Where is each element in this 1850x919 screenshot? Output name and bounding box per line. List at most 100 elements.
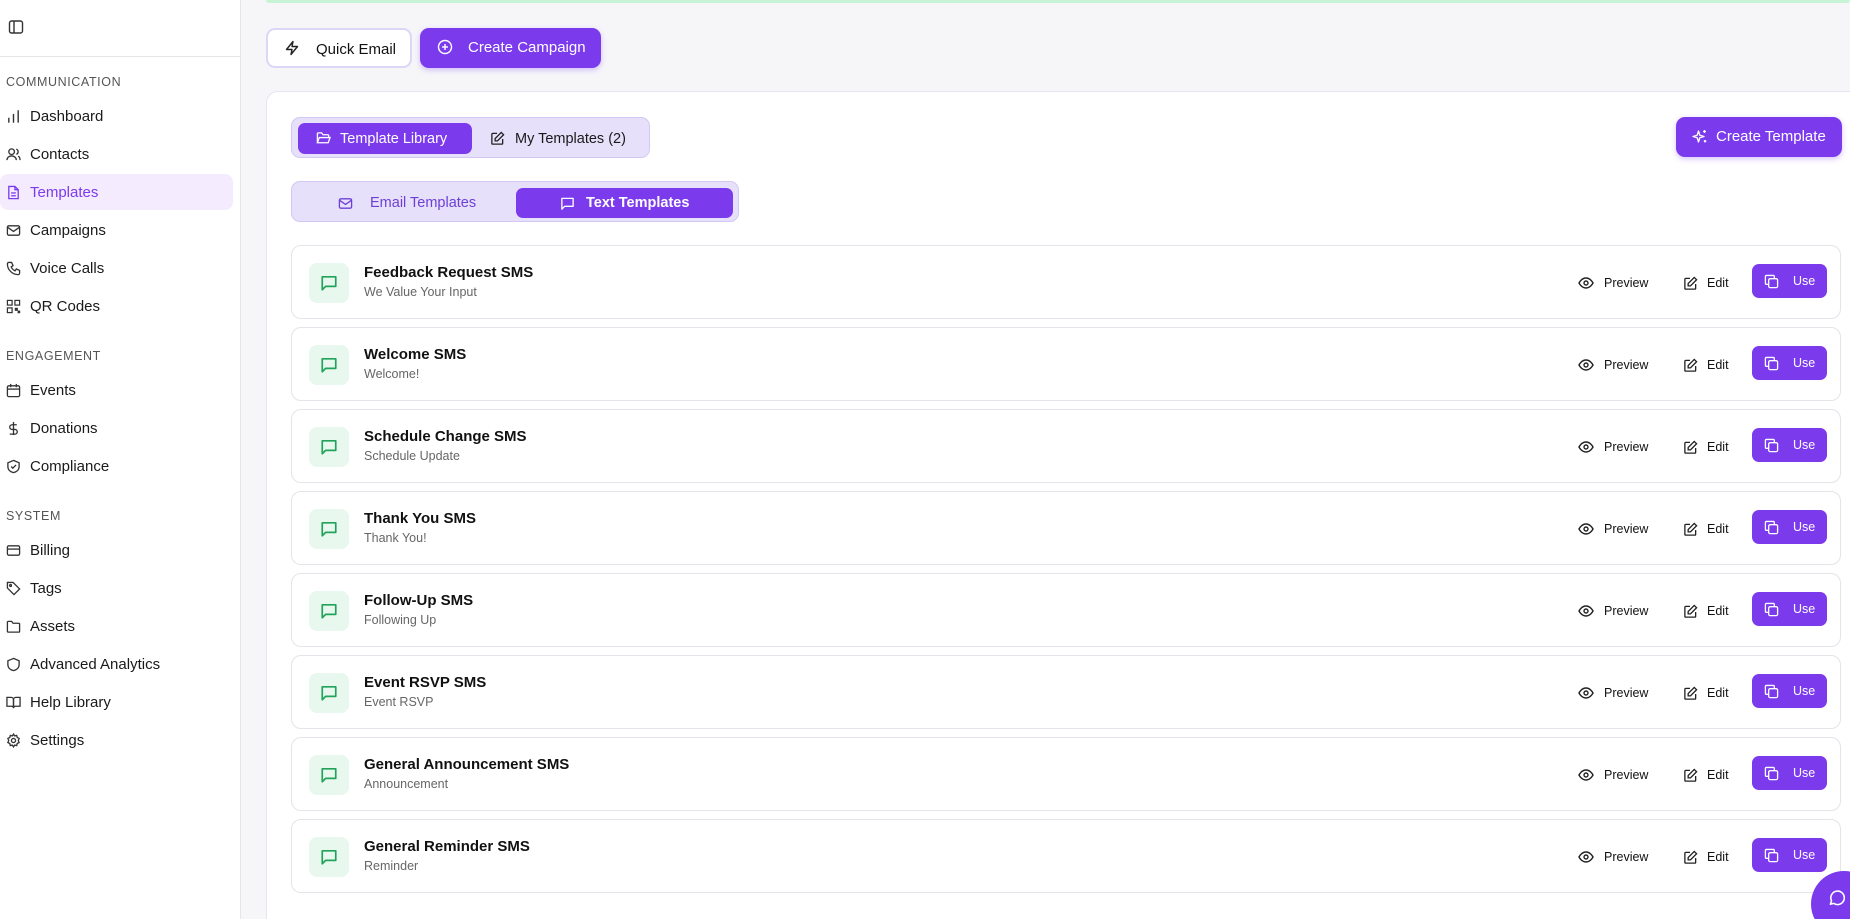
library-tab-group: Template Library My Templates (2): [291, 117, 650, 158]
sidebar-item-billing[interactable]: Billing: [0, 532, 233, 568]
sidebar-item-contacts[interactable]: Contacts: [0, 136, 233, 172]
copy-icon: [1764, 274, 1779, 289]
edit-icon: [1684, 768, 1698, 782]
template-row: Feedback Request SMS We Value Your Input…: [291, 245, 1841, 319]
edit-label: Edit: [1707, 522, 1729, 536]
eye-icon: [1578, 359, 1594, 371]
template-title: Schedule Change SMS: [364, 428, 527, 445]
sidebar-item-qr-codes[interactable]: QR Codes: [0, 288, 233, 324]
preview-label: Preview: [1604, 440, 1649, 454]
use-label: Use: [1793, 520, 1816, 534]
use-button[interactable]: Use: [1752, 264, 1827, 298]
sidebar-item-dashboard[interactable]: Dashboard: [0, 98, 233, 134]
preview-label: Preview: [1604, 604, 1649, 618]
template-title: Welcome SMS: [364, 346, 467, 363]
sidebar-item-voice-calls[interactable]: Voice Calls: [0, 250, 233, 286]
sidebar: COMMUNICATION Dashboard Contacts Templat…: [0, 0, 241, 919]
sidebar-item-label: Compliance: [30, 458, 110, 475]
edit-label: Edit: [1707, 604, 1729, 618]
tab-my-templates[interactable]: My Templates (2): [482, 123, 642, 154]
message-square-icon: [321, 439, 337, 455]
preview-button[interactable]: Preview: [1578, 679, 1658, 707]
preview-button[interactable]: Preview: [1578, 269, 1658, 297]
eye-icon: [1578, 769, 1594, 781]
preview-button[interactable]: Preview: [1578, 351, 1658, 379]
template-title: Follow-Up SMS: [364, 592, 474, 609]
sms-badge: [309, 591, 349, 631]
edit-icon: [1684, 686, 1698, 700]
dollar-icon: [9, 421, 18, 436]
edit-button[interactable]: Edit: [1683, 269, 1735, 297]
preview-button[interactable]: Preview: [1578, 597, 1658, 625]
edit-button[interactable]: Edit: [1683, 351, 1735, 379]
use-button[interactable]: Use: [1752, 510, 1827, 544]
tag-icon: [6, 581, 21, 596]
sidebar-item-compliance[interactable]: Compliance: [0, 448, 233, 484]
tab-email-templates[interactable]: Email Templates: [298, 188, 516, 218]
preview-button[interactable]: Preview: [1578, 433, 1658, 461]
tab-template-library[interactable]: Template Library: [298, 123, 472, 154]
create-template-button[interactable]: Create Template: [1676, 117, 1842, 157]
message-square-icon: [321, 849, 337, 865]
sms-badge: [309, 263, 349, 303]
edit-button[interactable]: Edit: [1683, 515, 1735, 543]
copy-icon: [1764, 684, 1779, 699]
edit-button[interactable]: Edit: [1683, 679, 1735, 707]
qr-code-icon: [6, 299, 21, 314]
create-campaign-label: Create Campaign: [468, 39, 586, 56]
use-button[interactable]: Use: [1752, 838, 1827, 872]
preview-button[interactable]: Preview: [1578, 843, 1658, 871]
use-button[interactable]: Use: [1752, 428, 1827, 462]
sidebar-item-campaigns[interactable]: Campaigns: [0, 212, 233, 248]
create-campaign-button[interactable]: Create Campaign: [420, 28, 601, 68]
copy-icon: [1764, 438, 1779, 453]
gear-icon: [7, 733, 20, 748]
sidebar-item-label: QR Codes: [30, 298, 101, 315]
message-square-icon: [321, 357, 337, 373]
edit-button[interactable]: Edit: [1683, 843, 1735, 871]
edit-label: Edit: [1707, 768, 1729, 782]
template-row: General Announcement SMS Announcement Pr…: [291, 737, 1841, 811]
quick-email-button[interactable]: Quick Email: [266, 28, 412, 68]
sidebar-item-advanced-analytics[interactable]: Advanced Analytics: [0, 646, 233, 682]
use-button[interactable]: Use: [1752, 592, 1827, 626]
mail-icon: [6, 225, 21, 236]
shield-icon: [7, 657, 20, 672]
folder-open-icon: [316, 132, 331, 144]
users-icon: [6, 148, 21, 161]
preview-button[interactable]: Preview: [1578, 761, 1658, 789]
quick-email-label: Quick Email: [316, 41, 397, 58]
sidebar-item-label: Donations: [30, 420, 98, 437]
template-title: General Announcement SMS: [364, 756, 570, 773]
sidebar-item-settings[interactable]: Settings: [0, 722, 233, 758]
message-square-icon: [321, 275, 337, 291]
template-row: Event RSVP SMS Event RSVP Preview Edit U…: [291, 655, 1841, 729]
sidebar-item-help-library[interactable]: Help Library: [0, 684, 233, 720]
preview-label: Preview: [1604, 522, 1649, 536]
edit-button[interactable]: Edit: [1683, 597, 1735, 625]
sms-badge: [309, 673, 349, 713]
use-button[interactable]: Use: [1752, 674, 1827, 708]
sidebar-item-tags[interactable]: Tags: [0, 570, 233, 606]
preview-button[interactable]: Preview: [1578, 515, 1658, 543]
use-button[interactable]: Use: [1752, 346, 1827, 380]
sidebar-toggle-icon[interactable]: [8, 19, 24, 35]
mail-icon: [338, 198, 353, 209]
sidebar-item-donations[interactable]: Donations: [0, 410, 233, 446]
message-square-icon: [321, 521, 337, 537]
sidebar-item-assets[interactable]: Assets: [0, 608, 233, 644]
edit-button[interactable]: Edit: [1683, 761, 1735, 789]
tab-text-templates[interactable]: Text Templates: [516, 188, 733, 218]
use-label: Use: [1793, 602, 1816, 616]
template-subtitle: Reminder: [364, 859, 419, 873]
chat-bubble-icon: [1829, 890, 1845, 906]
template-title: General Reminder SMS: [364, 838, 530, 855]
sidebar-item-label: Voice Calls: [30, 260, 105, 277]
sidebar-item-templates[interactable]: Templates: [0, 174, 233, 210]
use-button[interactable]: Use: [1752, 756, 1827, 790]
edit-button[interactable]: Edit: [1683, 433, 1735, 461]
preview-label: Preview: [1604, 686, 1649, 700]
section-title-engagement: ENGAGEMENT: [6, 349, 101, 363]
sidebar-item-events[interactable]: Events: [0, 372, 233, 408]
sidebar-item-label: Events: [30, 382, 76, 399]
